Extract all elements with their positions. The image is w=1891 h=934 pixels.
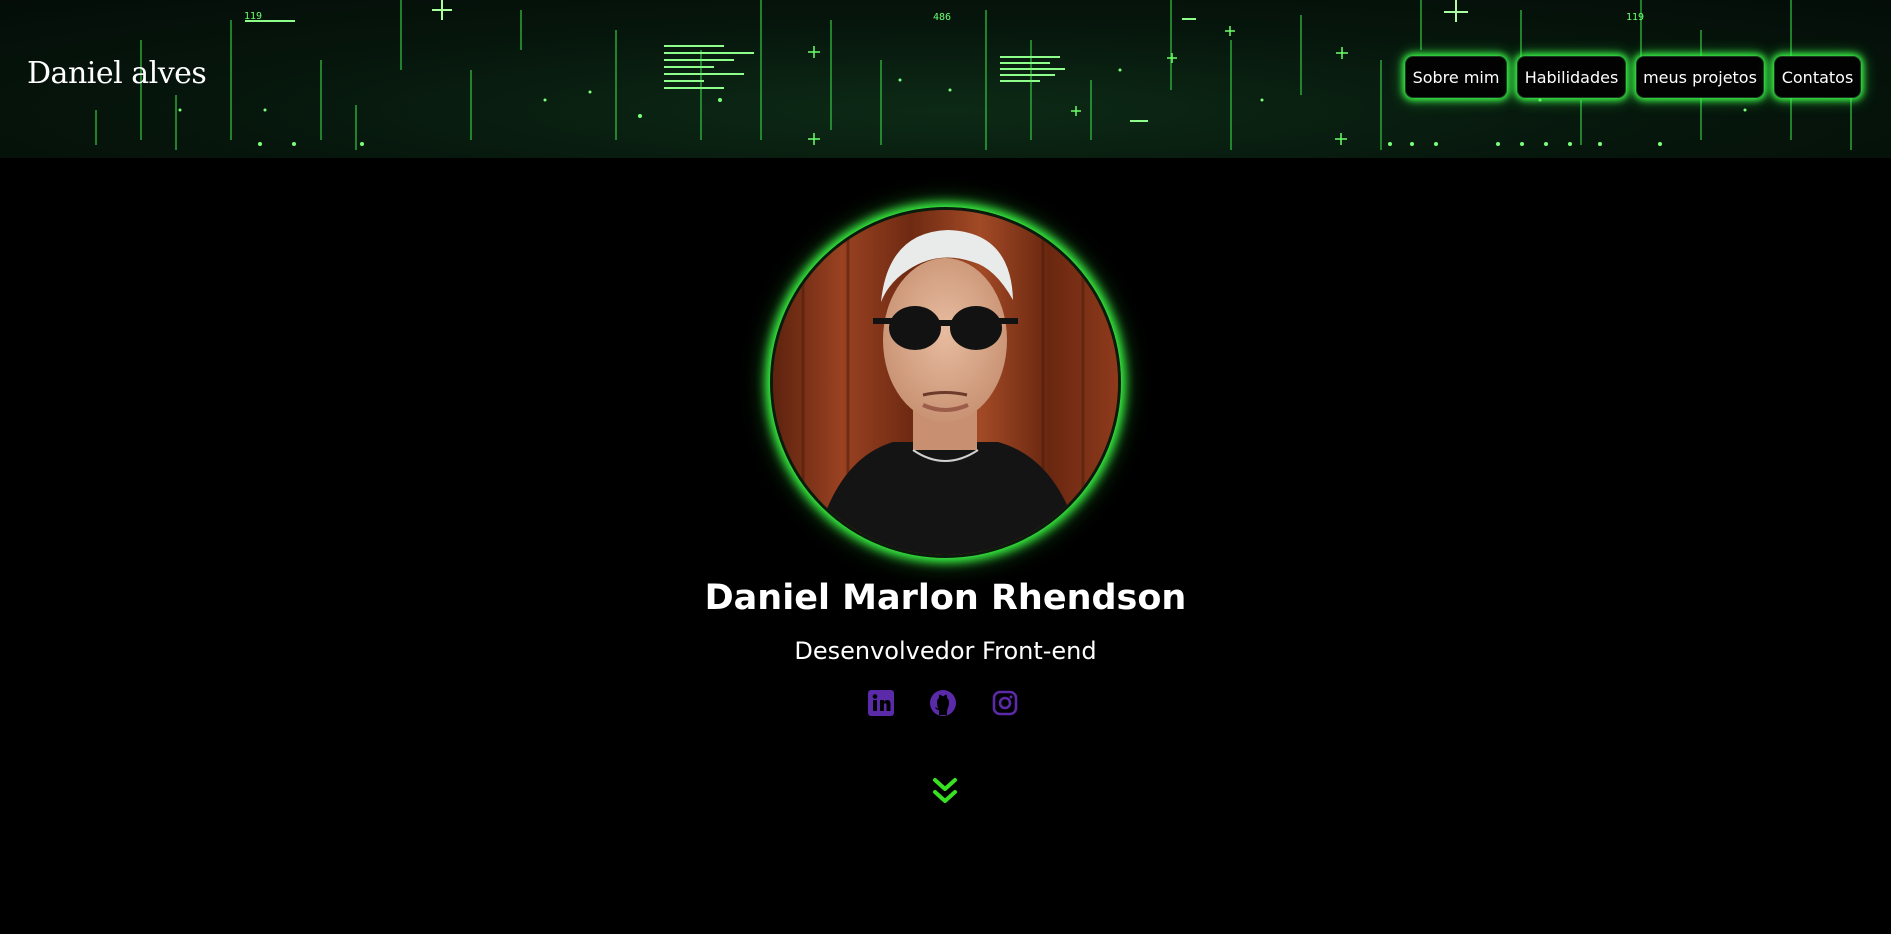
linkedin-icon[interactable] (867, 689, 895, 717)
hero-name: Daniel Marlon Rhendson (704, 578, 1187, 618)
profile-photo (773, 210, 1118, 555)
nav-sobre-mim-button[interactable]: Sobre mim (1405, 56, 1507, 98)
svg-text:119: 119 (244, 11, 262, 22)
nav-contatos-button[interactable]: Contatos (1774, 56, 1861, 98)
site-logo[interactable]: Daniel alves (27, 56, 207, 91)
hero-role: Desenvolvedor Front-end (794, 637, 1097, 665)
instagram-icon[interactable] (991, 689, 1019, 717)
social-links (867, 689, 1019, 717)
svg-text:119: 119 (1626, 12, 1644, 23)
main-nav: Sobre mim Habilidades meus projetos Cont… (1405, 56, 1861, 98)
nav-habilidades-button[interactable]: Habilidades (1517, 56, 1626, 98)
svg-text:486: 486 (933, 12, 951, 23)
double-chevron-down-icon[interactable] (931, 777, 959, 807)
header: 119 486 119 Daniel alves Sobre mim Habil… (0, 0, 1891, 158)
profile-avatar (770, 207, 1121, 558)
nav-meus-projetos-button[interactable]: meus projetos (1636, 56, 1764, 98)
github-icon[interactable] (929, 689, 957, 717)
